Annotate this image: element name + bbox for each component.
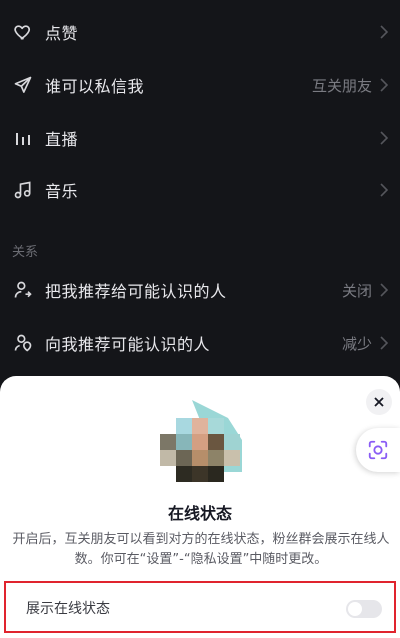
- close-icon: [374, 397, 384, 407]
- sheet-title: 在线状态: [167, 504, 232, 523]
- settings-item-who-can-message[interactable]: 谁可以私信我 互关朋友: [0, 59, 400, 111]
- close-button[interactable]: [366, 389, 392, 415]
- settings-item-music[interactable]: 音乐: [0, 164, 400, 216]
- settings-item-label: 点赞: [45, 24, 79, 43]
- settings-item-live[interactable]: 直播: [0, 112, 400, 164]
- send-icon: [12, 74, 34, 96]
- settings-item-recommend-to-me[interactable]: 向我推荐可能认识的人 减少: [0, 317, 400, 369]
- scan-icon: [368, 440, 388, 460]
- section-header-relations: 关系: [12, 245, 39, 260]
- privacy-settings-list: 点赞 谁可以私信我 互关朋友 直播 音乐 关系 把我推荐给可能认识的人 关闭 向…: [0, 0, 400, 380]
- chevron-right-icon: [378, 25, 390, 39]
- music-note-icon: [12, 179, 34, 201]
- settings-item-label: 向我推荐可能认识的人: [45, 335, 211, 354]
- scan-button[interactable]: [356, 428, 400, 472]
- chevron-right-icon: [378, 183, 390, 197]
- settings-item-recommend-me[interactable]: 把我推荐给可能认识的人 关闭: [0, 264, 400, 316]
- chevron-right-icon: [378, 336, 390, 350]
- settings-item-value: 互关朋友: [311, 76, 372, 95]
- chevron-right-icon: [378, 131, 390, 145]
- heart-icon: [12, 21, 34, 43]
- show-online-status-row: 展示在线状态: [4, 581, 396, 633]
- chevron-right-icon: [378, 78, 390, 92]
- chevron-right-icon: [378, 283, 390, 297]
- person-location-icon: [12, 332, 34, 354]
- sheet-description: 开启后，互关朋友可以看到对方的在线状态，粉丝群会展示在线人数。你可在“设置”-“…: [12, 532, 390, 567]
- settings-item-label: 谁可以私信我: [45, 77, 145, 96]
- settings-item-label: 音乐: [45, 182, 79, 201]
- settings-item-value: 减少: [341, 334, 372, 353]
- settings-item-label: 把我推荐给可能认识的人: [45, 282, 227, 301]
- settings-item-value: 关闭: [341, 281, 372, 300]
- live-bars-icon: [12, 127, 34, 149]
- person-share-icon: [12, 279, 34, 301]
- avatar: [158, 400, 242, 482]
- toggle-knob: [348, 602, 362, 616]
- settings-item-label: 直播: [45, 130, 79, 149]
- settings-item-likes[interactable]: 点赞: [0, 6, 400, 58]
- show-online-status-label: 展示在线状态: [26, 601, 110, 617]
- show-online-status-toggle[interactable]: [346, 600, 382, 618]
